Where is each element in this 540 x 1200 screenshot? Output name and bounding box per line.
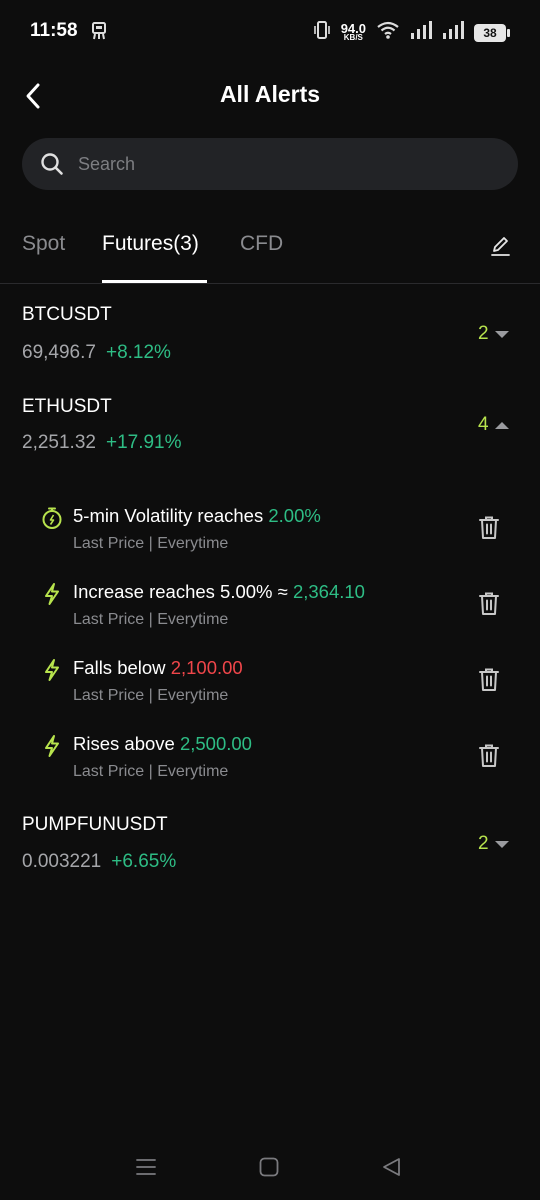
alert-text: 5-min Volatility reaches <box>73 505 269 526</box>
lightning-icon <box>40 582 64 606</box>
search-bar[interactable] <box>22 138 518 190</box>
alert-text: Rises above <box>73 733 180 754</box>
delete-alert-button[interactable] <box>477 667 501 693</box>
tab-futures[interactable]: Futures(3) <box>102 232 199 256</box>
trash-icon <box>479 516 499 539</box>
home-button[interactable] <box>257 1155 283 1179</box>
triangle-left-icon <box>383 1158 400 1176</box>
alert-subtitle: Last Price | Everytime <box>73 611 229 628</box>
symbol-price-row: 2,251.32 +17.91% <box>22 432 182 454</box>
caret-down-icon <box>494 840 509 848</box>
stopwatch-icon <box>40 506 64 530</box>
alert-subtitle: Last Price | Everytime <box>73 687 229 704</box>
alert-subtitle: Last Price | Everytime <box>73 763 229 780</box>
network-speed-value: 94.0 <box>340 20 366 36</box>
page-title: All Alerts <box>219 81 321 107</box>
alert-condition[interactable]: Rises above 2,500.00 <box>73 733 252 755</box>
symbol-change: +17.91% <box>105 432 182 453</box>
symbol-price: 2,251.32 <box>22 432 96 453</box>
tab-cfd[interactable]: CFD <box>240 232 283 256</box>
recent-apps-button[interactable] <box>134 1155 160 1179</box>
symbol-price-row: 0.003221 +6.65% <box>22 851 176 873</box>
symbol-name[interactable]: ETHUSDT <box>22 396 112 418</box>
alert-condition[interactable]: 5-min Volatility reaches 2.00% <box>73 505 321 527</box>
symbol-price: 69,496.7 <box>22 342 96 363</box>
tabs-divider <box>0 283 540 284</box>
caret-down-icon <box>494 330 509 338</box>
alert-condition[interactable]: Increase reaches 5.00% ≈ 2,364.10 <box>73 581 365 603</box>
alert-subtitle: Last Price | Everytime <box>73 535 229 552</box>
symbol-change: +6.65% <box>111 851 177 872</box>
search-icon <box>41 153 63 175</box>
lightning-icon <box>40 658 64 682</box>
alert-value: 2,364.10 <box>292 581 365 602</box>
signal-icon-2 <box>442 21 464 44</box>
lightning-icon <box>40 734 64 758</box>
battery-icon: 38 <box>474 23 510 42</box>
alert-count-toggle[interactable]: 4 <box>478 414 509 436</box>
symbol-change: +8.12% <box>105 342 171 363</box>
delete-alert-button[interactable] <box>477 743 501 769</box>
alert-text: Increase reaches 5.00% ≈ <box>73 581 293 602</box>
alert-count-toggle[interactable]: 2 <box>478 833 509 855</box>
caret-up-icon <box>494 421 509 429</box>
pencil-icon <box>491 237 510 256</box>
alert-count: 2 <box>478 833 489 854</box>
trash-icon <box>479 744 499 767</box>
status-icons: 94.0 KB/S 38 <box>313 20 510 45</box>
status-time: 11:58 <box>30 20 78 41</box>
alert-value: 2,500.00 <box>179 733 252 754</box>
alert-count: 2 <box>478 323 489 344</box>
edit-button[interactable] <box>488 234 512 258</box>
menu-icon <box>136 1159 156 1175</box>
square-icon <box>259 1157 279 1177</box>
delete-alert-button[interactable] <box>477 591 501 617</box>
alert-value: 2,100.00 <box>170 657 243 678</box>
symbol-name[interactable]: PUMPFUNUSDT <box>22 814 168 836</box>
alert-value: 2.00% <box>268 505 321 526</box>
alert-count-toggle[interactable]: 2 <box>478 323 509 345</box>
alert-count: 4 <box>478 414 489 435</box>
wifi-icon <box>376 20 400 45</box>
delete-alert-button[interactable] <box>477 515 501 541</box>
trash-icon <box>479 668 499 691</box>
network-speed: 94.0 KB/S <box>340 20 366 42</box>
symbol-price: 0.003221 <box>22 851 102 872</box>
trash-icon <box>479 592 499 615</box>
search-input[interactable] <box>78 153 478 175</box>
symbol-price-row: 69,496.7 +8.12% <box>22 342 171 364</box>
back-nav-button[interactable] <box>380 1155 406 1179</box>
vibrate-icon <box>313 20 331 45</box>
notification-icon <box>90 21 108 46</box>
signal-icon <box>410 21 432 44</box>
tab-spot[interactable]: Spot <box>22 232 65 256</box>
network-speed-unit: KB/S <box>343 32 363 42</box>
symbol-name[interactable]: BTCUSDT <box>22 304 112 326</box>
alert-condition[interactable]: Falls below 2,100.00 <box>73 657 243 679</box>
alert-text: Falls below <box>73 657 171 678</box>
